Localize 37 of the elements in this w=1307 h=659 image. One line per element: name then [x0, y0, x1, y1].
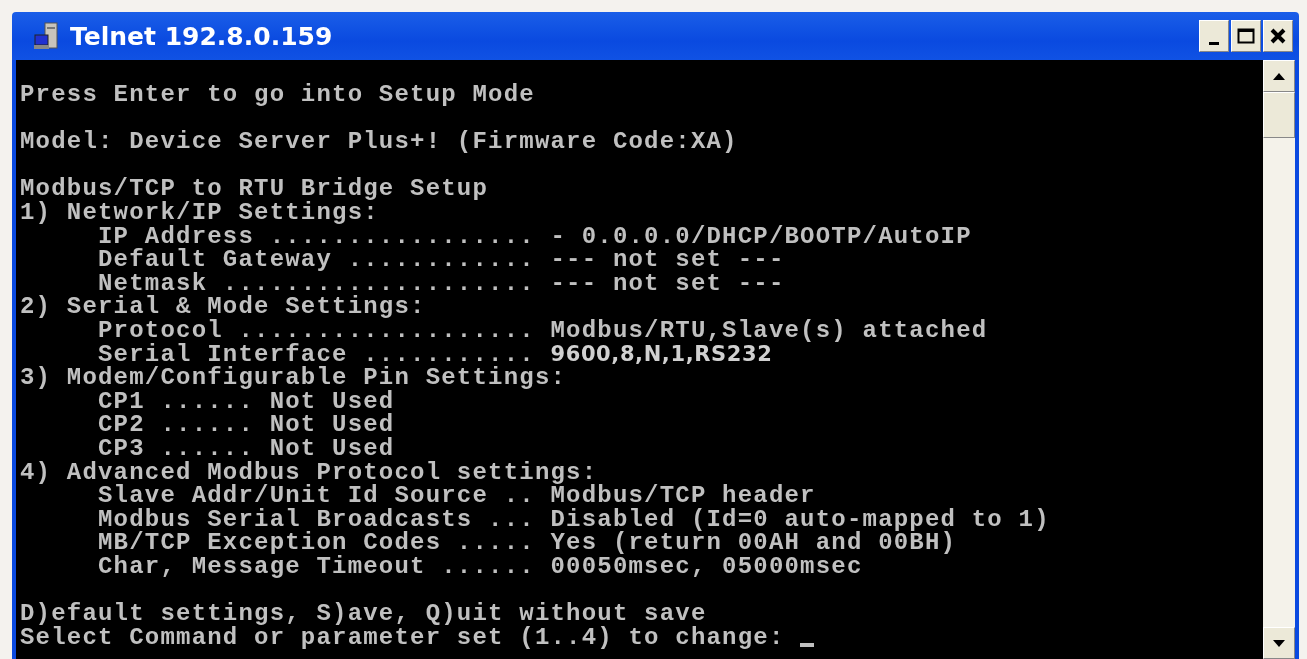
console-line: Model: Device Server Plus+! (Firmware Code:XA): [20, 130, 738, 154]
console-line: 2) Serial & Mode Settings:: [20, 295, 426, 319]
console-line: MB/TCP Exception Codes ..... Yes (return 00AH and 00BH): [97, 531, 957, 555]
console-line: Default Gateway ............ --- not set ---: [97, 248, 785, 272]
console-line: CP3 ...... Not Used: [98, 436, 395, 461]
console-line: 1) Network/IP Settings:: [20, 200, 379, 225]
text-cursor: [800, 643, 815, 648]
up-arrow-icon: [1273, 72, 1285, 80]
console-line: Protocol ................... Modbus/RTU,Slave(s) attached: [97, 318, 988, 343]
vertical-scrollbar[interactable]: [1263, 60, 1295, 659]
console-line: IP Address ................. - 0.0.0.0/DHCP/BOOTP/AutoIP: [97, 224, 972, 249]
console-line: Slave Addr/Unit Id Source .. Modbus/TCP header: [97, 484, 816, 508]
close-button[interactable]: [1263, 20, 1293, 52]
console-line: Netmask .................... --- not set ---: [98, 271, 785, 296]
console-line: CP2 ...... Not Used: [97, 413, 395, 437]
minimize-button[interactable]: [1199, 20, 1229, 52]
scroll-down-button[interactable]: [1263, 627, 1295, 659]
scroll-thumb[interactable]: [1263, 92, 1295, 138]
console-line: 3) Modem/Configurable Pin Settings:: [20, 366, 567, 390]
console-value: 9600,8,N,1,RS232: [550, 342, 773, 366]
minimize-icon: [1209, 41, 1219, 45]
down-arrow-icon: [1273, 639, 1285, 647]
console-line: 4) Advanced Modbus Protocol settings:: [20, 460, 598, 485]
maximize-button[interactable]: [1231, 20, 1261, 52]
console-line: D)efault settings, S)ave, Q)uit without save: [20, 602, 707, 626]
console-line: Modbus/TCP to RTU Bridge Setup: [20, 177, 489, 201]
console-line: Select Command or parameter set (1..4) to change:: [20, 625, 786, 650]
console-line: Serial Interface ...........: [98, 342, 535, 367]
maximize-icon: [1237, 28, 1255, 44]
console-line: Press Enter to go into Setup Mode: [20, 83, 535, 107]
console-line: Char, Message Timeout ...... 00050msec, 05000msec: [97, 554, 863, 579]
window-title: Telnet 192.8.0.159: [70, 21, 333, 51]
console-line: Modbus Serial Broadcasts ... Disabled (Id=0 auto-mapped to 1): [97, 507, 1050, 532]
console-line: CP1 ...... Not Used: [98, 389, 395, 414]
computer-icon: [34, 22, 60, 50]
close-icon: [1270, 28, 1286, 44]
scroll-up-button[interactable]: [1263, 60, 1295, 92]
